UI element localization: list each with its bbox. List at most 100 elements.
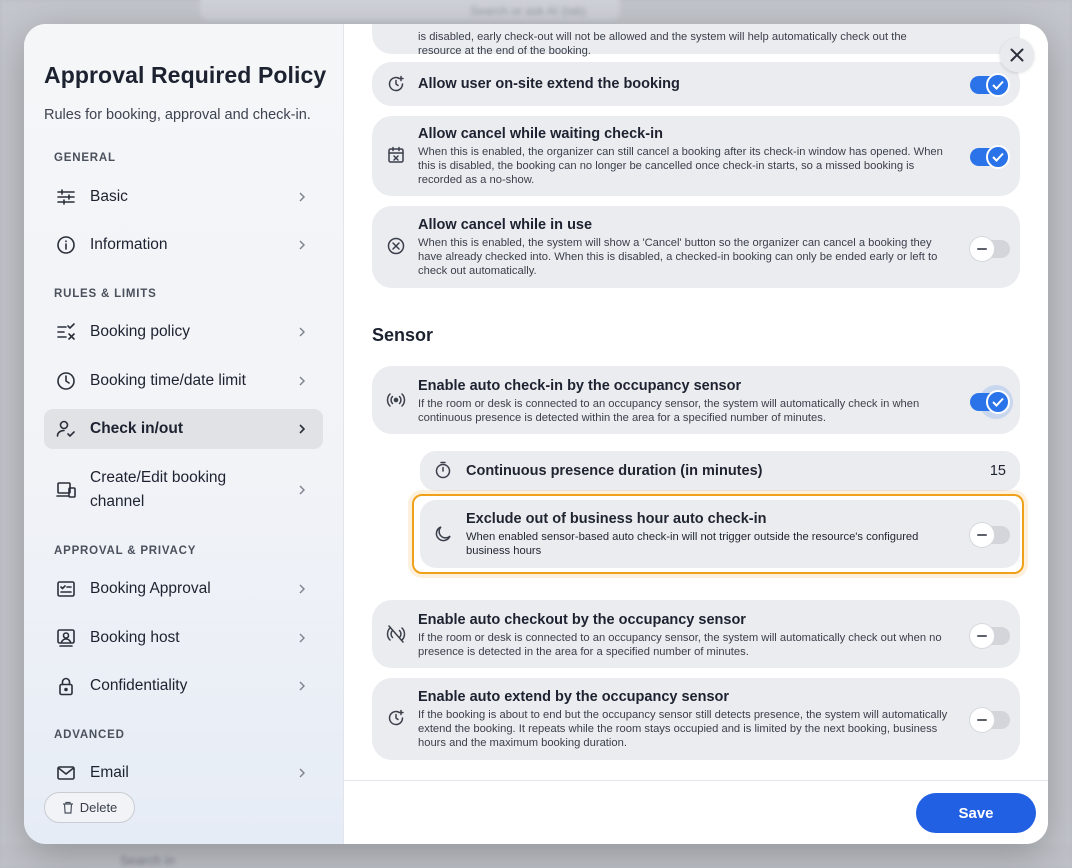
- chevron-right-icon: [297, 584, 307, 594]
- setting-desc: When this is enabled, the system will sh…: [418, 237, 938, 278]
- duration-value[interactable]: 15: [990, 463, 1006, 479]
- chevron-right-icon: [297, 485, 307, 495]
- devices-icon: [55, 479, 77, 501]
- close-button[interactable]: [1000, 38, 1034, 72]
- settings-content: is disabled, early check-out will not be…: [344, 24, 1048, 780]
- setting-title: Enable auto checkout by the occupancy se…: [418, 612, 746, 628]
- user-check-icon: [55, 418, 77, 440]
- section-advanced: ADVANCED: [54, 729, 125, 741]
- sensor-off-icon: [386, 624, 406, 644]
- clock-icon: [55, 370, 77, 392]
- toggle-off-knob: [970, 237, 994, 261]
- setting-auto-extend: Enable auto extend by the occupancy sens…: [372, 678, 1020, 760]
- approval-icon: [55, 578, 77, 600]
- onsite-extend-toggle[interactable]: [970, 73, 1010, 97]
- checklist-icon: [55, 321, 77, 343]
- setting-desc: is disabled, early check-out will not be…: [418, 31, 907, 58]
- sidebar-item-booking-approval[interactable]: Booking Approval: [44, 569, 323, 609]
- setting-onsite-extend: Allow user on-site extend the booking: [372, 62, 1020, 106]
- cancel-in-use-toggle[interactable]: [970, 237, 1010, 261]
- section-approval: APPROVAL & PRIVACY: [54, 545, 197, 557]
- chevron-right-icon: [297, 424, 307, 434]
- sidebar-item-label: Booking policy: [90, 323, 190, 340]
- setting-desc: If the booking is about to end but the o…: [418, 709, 948, 750]
- sidebar-item-label: Email: [90, 764, 129, 781]
- circle-x-icon: [386, 236, 406, 256]
- toggle-off-knob: [970, 523, 994, 547]
- toggle-off-knob: [970, 624, 994, 648]
- duration-label: Continuous presence duration (in minutes…: [466, 463, 763, 479]
- setting-card-partial: is disabled, early check-out will not be…: [372, 24, 1020, 57]
- exclude-business-hours-toggle[interactable]: [970, 523, 1010, 547]
- calendar-x-icon: [386, 145, 406, 165]
- policy-title: Approval Required Policy: [44, 62, 327, 88]
- setting-title: Allow user on-site extend the booking: [418, 76, 680, 92]
- chevron-right-icon: [297, 376, 307, 386]
- setting-desc: When this is enabled, the organizer can …: [418, 146, 943, 187]
- clock-plus-icon: [386, 708, 406, 728]
- host-icon: [55, 627, 77, 649]
- chevron-right-icon: [297, 327, 307, 337]
- auto-checkout-toggle[interactable]: [970, 624, 1010, 648]
- lock-icon: [55, 675, 77, 697]
- chevron-right-icon: [297, 768, 307, 778]
- sidebar-item-label: Create/Edit booking channel: [90, 469, 227, 510]
- sidebar-item-label: Booking Approval: [90, 580, 211, 597]
- setting-presence-duration[interactable]: Continuous presence duration (in minutes…: [420, 451, 1020, 491]
- setting-auto-checkout: Enable auto checkout by the occupancy se…: [372, 600, 1020, 668]
- background-bottom-text: Search in: [120, 853, 175, 868]
- sidebar-item-label: Information: [90, 236, 168, 253]
- sliders-icon: [55, 186, 77, 208]
- check-icon: [986, 390, 1010, 414]
- close-icon: [1010, 48, 1024, 62]
- setting-title: Exclude out of business hour auto check-…: [466, 511, 767, 527]
- modal-footer: Save: [344, 780, 1048, 844]
- sidebar-item-basic[interactable]: Basic: [44, 177, 323, 217]
- setting-auto-checkin: Enable auto check-in by the occupancy se…: [372, 366, 1020, 434]
- chevron-right-icon: [297, 633, 307, 643]
- auto-extend-toggle[interactable]: [970, 708, 1010, 732]
- sidebar-item-label: Basic: [90, 188, 128, 205]
- setting-cancel-waiting: Allow cancel while waiting check-in When…: [372, 116, 1020, 196]
- policy-subtitle: Rules for booking, approval and check-in…: [44, 107, 311, 123]
- sidebar-item-booking-channel[interactable]: Create/Edit booking channel: [44, 466, 323, 514]
- timer-icon: [434, 461, 452, 479]
- save-button[interactable]: Save: [916, 793, 1036, 833]
- sidebar-item-label: Booking time/date limit: [90, 372, 246, 389]
- cancel-waiting-toggle[interactable]: [970, 145, 1010, 169]
- check-icon: [986, 73, 1010, 97]
- delete-button[interactable]: Delete: [44, 792, 135, 823]
- sidebar-item-label: Check in/out: [90, 420, 184, 437]
- sidebar-item-booking-host[interactable]: Booking host: [44, 618, 323, 658]
- auto-checkin-toggle[interactable]: [970, 390, 1010, 414]
- setting-title: Enable auto extend by the occupancy sens…: [418, 689, 730, 705]
- mail-icon: [55, 762, 77, 784]
- settings-sidebar: Approval Required Policy Rules for booki…: [24, 24, 344, 844]
- setting-title: Allow cancel while waiting check-in: [418, 126, 663, 142]
- setting-cancel-in-use: Allow cancel while in use When this is e…: [372, 206, 1020, 288]
- delete-label: Delete: [79, 800, 118, 815]
- sidebar-item-email[interactable]: Email: [44, 753, 323, 793]
- setting-desc: If the room or desk is connected to an o…: [418, 632, 942, 659]
- sensor-icon: [386, 390, 406, 410]
- setting-title: Allow cancel while in use: [418, 217, 593, 233]
- chevron-right-icon: [297, 681, 307, 691]
- sidebar-item-check-in-out[interactable]: Check in/out: [44, 409, 323, 449]
- sensor-section-title: Sensor: [372, 325, 434, 345]
- sidebar-item-information[interactable]: Information: [44, 225, 323, 265]
- section-rules: RULES & LIMITS: [54, 288, 157, 300]
- background-search: Search or ask AI (tab): [200, 0, 620, 20]
- clock-plus-icon: [386, 74, 406, 94]
- sidebar-item-booking-time-limit[interactable]: Booking time/date limit: [44, 361, 323, 401]
- setting-desc: When enabled sensor-based auto check-in …: [466, 531, 919, 558]
- sidebar-item-confidentiality[interactable]: Confidentiality: [44, 666, 323, 706]
- policy-modal: Approval Required Policy Rules for booki…: [24, 24, 1048, 844]
- chevron-right-icon: [297, 192, 307, 202]
- info-icon: [55, 234, 77, 256]
- setting-desc: If the room or desk is connected to an o…: [418, 398, 920, 425]
- check-icon: [986, 145, 1010, 169]
- moon-icon: [434, 525, 452, 543]
- sidebar-item-label: Confidentiality: [90, 677, 188, 694]
- setting-title: Enable auto check-in by the occupancy se…: [418, 378, 742, 394]
- sidebar-item-booking-policy[interactable]: Booking policy: [44, 312, 323, 352]
